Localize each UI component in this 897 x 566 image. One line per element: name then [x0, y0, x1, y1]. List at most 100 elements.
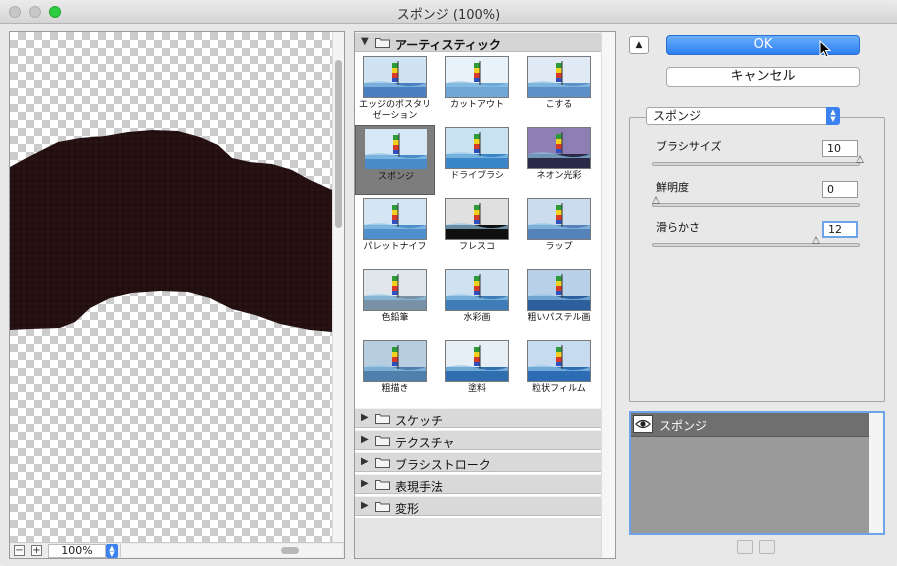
folder-open-icon: [375, 38, 390, 48]
filter-thumbnail-label: カットアウト: [449, 100, 504, 110]
disclosure-closed-icon[interactable]: ▶: [361, 478, 369, 489]
filter-thumbnail-label: 粒状フィルム: [532, 384, 586, 394]
filter-thumbnail-13[interactable]: 粗描き: [355, 338, 435, 408]
disclosure-open-icon[interactable]: ▼: [361, 36, 369, 47]
fresco-thumbnail: [445, 198, 509, 240]
filter-thumbnail-5[interactable]: ドライブラシ: [437, 125, 517, 195]
filter-thumbnail-1[interactable]: エッジのポスタリゼーション: [355, 54, 435, 124]
filter-thumbnail-label: 粗描き: [381, 384, 409, 394]
effect-layers-panel: スポンジ: [629, 411, 885, 535]
sponge-thumbnail: [364, 128, 428, 170]
new-effect-layer-icon[interactable]: [737, 540, 753, 554]
folder-icon: [375, 414, 390, 424]
paint-daubs-thumbnail: [445, 340, 509, 382]
disclosure-closed-icon[interactable]: ▶: [361, 434, 369, 445]
filter-thumbnail-label: ネオン光彩: [536, 171, 582, 181]
folder-icon: [375, 458, 390, 468]
collapse-gallery-button[interactable]: ▲: [629, 36, 649, 54]
preview-horizontal-scrollbar[interactable]: [120, 544, 342, 557]
filter-thumbnail-4[interactable]: スポンジ: [355, 125, 435, 195]
filter-thumbnail-label: こする: [545, 100, 573, 110]
param-smoothness: 滑らかさ 12: [652, 219, 862, 259]
neon-glow-thumbnail: [527, 127, 591, 169]
filter-thumbnail-label: ドライブラシ: [450, 171, 504, 181]
category-1[interactable]: ▶ スケッチ: [355, 408, 601, 428]
zoom-in-button[interactable]: +: [31, 545, 42, 556]
param-label: 鮮明度: [656, 181, 689, 194]
disclosure-closed-icon[interactable]: ▶: [361, 500, 369, 511]
window-title: スポンジ (100%): [396, 8, 501, 23]
zoom-level-field[interactable]: 100%: [48, 544, 106, 558]
filter-thumbnail-8[interactable]: フレスコ: [437, 196, 517, 266]
smoothness-slider-track[interactable]: [652, 243, 860, 247]
film-grain-thumbnail: [527, 340, 591, 382]
filter-thumbnail-2[interactable]: カットアウト: [437, 54, 517, 124]
smudge-stick-thumbnail: [527, 56, 591, 98]
definition-input[interactable]: 0: [822, 181, 858, 198]
trash-icon[interactable]: [759, 540, 775, 554]
poster-edges-thumbnail: [363, 56, 427, 98]
category-2[interactable]: ▶ テクスチャ: [355, 430, 601, 450]
rough-pastels-thumbnail: [527, 269, 591, 311]
gallery-scrollbar[interactable]: [601, 32, 615, 558]
eye-icon[interactable]: [633, 415, 653, 433]
filter-thumbnail-7[interactable]: パレットナイフ: [355, 196, 435, 266]
brush-size-slider-track[interactable]: [652, 162, 860, 166]
chevron-up-icon: ▲: [635, 40, 643, 50]
preview-image: [10, 130, 332, 332]
cancel-button[interactable]: キャンセル: [666, 67, 860, 87]
filter-thumbnail-11[interactable]: 水彩画: [437, 267, 517, 337]
zoom-bar: − + 100% ▲ ▼: [10, 542, 344, 558]
select-arrows-icon: ▲ ▼: [826, 107, 840, 125]
zoom-out-button[interactable]: −: [14, 545, 25, 556]
disclosure-closed-icon[interactable]: ▶: [361, 456, 369, 467]
definition-slider-knob[interactable]: [652, 196, 660, 204]
zoom-dropdown-icon[interactable]: ▲ ▼: [106, 544, 118, 558]
smoothness-input[interactable]: 12: [822, 221, 858, 238]
filter-thumbnail-3[interactable]: こする: [519, 54, 599, 124]
disclosure-closed-icon[interactable]: ▶: [361, 412, 369, 423]
filter-thumbnail-label: エッジのポスタリゼーション: [358, 100, 431, 121]
preview-horizontal-scroll-thumb[interactable]: [281, 547, 299, 554]
category-artistic[interactable]: ▼ アーティスティック: [355, 32, 601, 52]
filter-thumbnail-14[interactable]: 塗料: [437, 338, 517, 408]
underpainting-thumbnail: [363, 340, 427, 382]
brush-size-slider-knob[interactable]: [856, 155, 864, 163]
watercolor-thumbnail: [445, 269, 509, 311]
filter-thumbnail-10[interactable]: 色鉛筆: [355, 267, 435, 337]
filter-select[interactable]: スポンジ ▲ ▼: [646, 107, 840, 125]
filter-thumbnail-label: 水彩画: [463, 313, 491, 323]
filter-thumbnail-label: フレスコ: [458, 242, 495, 252]
preview-canvas[interactable]: [10, 32, 332, 542]
preview-vertical-scrollbar[interactable]: [332, 32, 344, 542]
smoothness-slider-knob[interactable]: [812, 236, 821, 244]
filter-thumbnail-12[interactable]: 粗いパステル画: [519, 267, 599, 337]
dry-brush-thumbnail: [445, 127, 509, 169]
category-label: スケッチ: [395, 414, 444, 428]
param-brush-size: ブラシサイズ 10: [652, 138, 864, 178]
gallery-empty-area: [355, 518, 601, 558]
category-3[interactable]: ▶ ブラシストローク: [355, 452, 601, 472]
folder-icon: [375, 480, 390, 490]
layers-scrollbar[interactable]: [869, 413, 883, 533]
brush-size-input[interactable]: 10: [822, 140, 858, 157]
folder-icon: [375, 502, 390, 512]
category-5[interactable]: ▶ 変形: [355, 496, 601, 516]
filter-thumbnail-label: ラップ: [545, 242, 573, 252]
filter-thumbnail-label: 塗料: [467, 384, 486, 394]
filter-thumbnail-label: スポンジ: [377, 172, 414, 182]
preview-panel: − + 100% ▲ ▼: [9, 31, 345, 559]
effect-layer-row[interactable]: スポンジ: [631, 413, 869, 437]
filter-thumbnail-label: パレットナイフ: [363, 242, 427, 252]
cutout-thumbnail: [445, 56, 509, 98]
filter-thumbnail-9[interactable]: ラップ: [519, 196, 599, 266]
param-label: 滑らかさ: [656, 221, 700, 234]
definition-slider-track[interactable]: [652, 203, 860, 207]
filter-thumbnail-15[interactable]: 粒状フィルム: [519, 338, 599, 408]
filter-thumbnail-6[interactable]: ネオン光彩: [519, 125, 599, 195]
filter-gallery-window: スポンジ (100%) − + 100% ▲ ▼ ▼ アーティスティック エッジ…: [0, 0, 897, 566]
param-definition: 鮮明度 0: [652, 179, 862, 219]
category-4[interactable]: ▶ 表現手法: [355, 474, 601, 494]
preview-vertical-scroll-thumb[interactable]: [335, 60, 342, 228]
folder-icon: [375, 436, 390, 446]
